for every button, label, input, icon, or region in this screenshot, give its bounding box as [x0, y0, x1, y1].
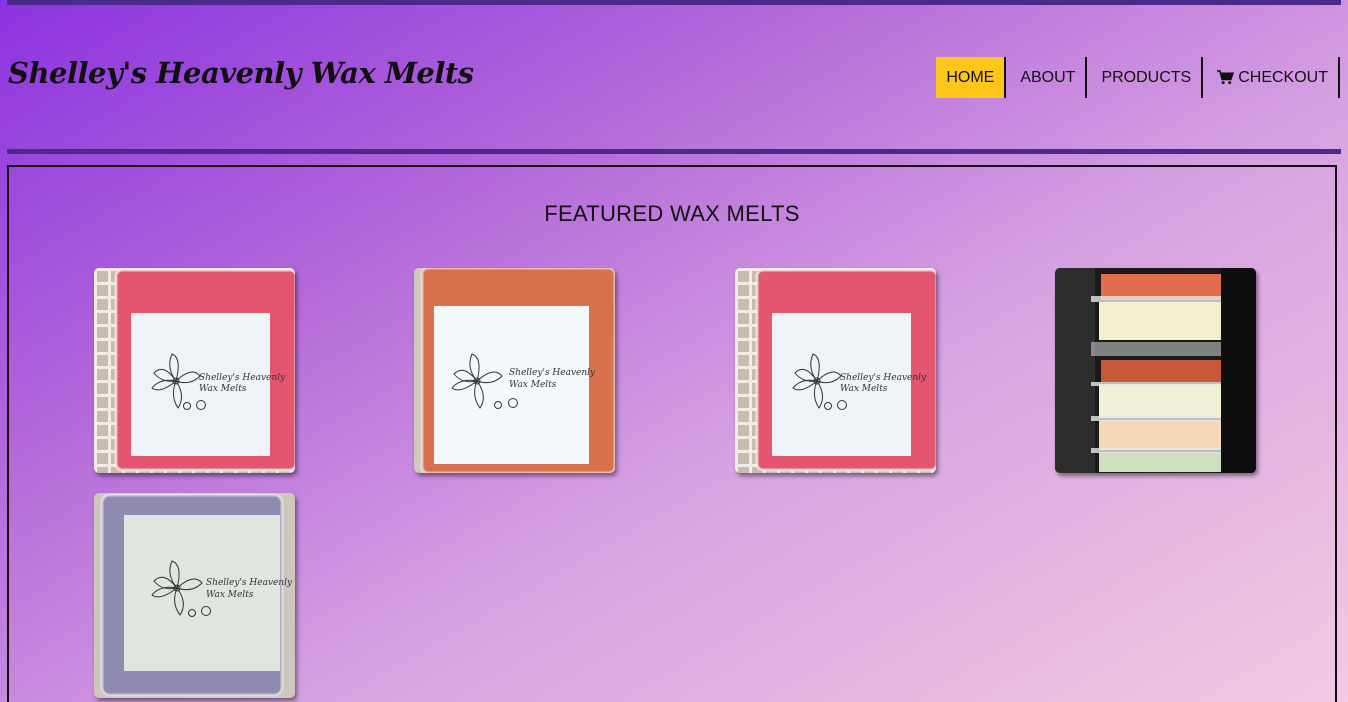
svg-text:Wax Melts: Wax Melts: [199, 384, 247, 394]
product-image-5[interactable]: Shelley's Heavenly Wax Melts: [94, 493, 295, 698]
product-photo: Shelley's Heavenly Wax Melts: [414, 268, 615, 473]
nav-checkout-label: CHECKOUT: [1238, 68, 1328, 86]
svg-text:Shelley's Heavenly: Shelley's Heavenly: [840, 373, 927, 383]
nav-products[interactable]: PRODUCTS: [1087, 57, 1204, 98]
header-bottom-border: [7, 149, 1341, 154]
nav-home-label: HOME: [946, 68, 995, 86]
featured-section: FEATURED WAX MELTS Shelley's Heavenly Wa…: [7, 165, 1337, 702]
svg-text:Wax Melts: Wax Melts: [840, 384, 888, 394]
site-logo-title[interactable]: Shelley's Heavenly Wax Melts: [8, 56, 474, 90]
svg-text:Shelley's Heavenly: Shelley's Heavenly: [206, 578, 293, 588]
header-top-border: [7, 0, 1341, 5]
product-photo: [1055, 268, 1256, 473]
main-nav: HOME ABOUT PRODUCTS CHECKOUT: [936, 57, 1340, 98]
section-title: FEATURED WAX MELTS: [544, 201, 800, 226]
product-image-3[interactable]: Shelley's Heavenly Wax Melts: [735, 268, 936, 473]
svg-text:Wax Melts: Wax Melts: [206, 590, 254, 600]
svg-text:Shelley's Heavenly: Shelley's Heavenly: [199, 373, 286, 383]
product-photo: Shelley's Heavenly Wax Melts: [94, 268, 295, 473]
nav-home[interactable]: HOME: [936, 57, 1007, 98]
svg-text:Shelley's Heavenly: Shelley's Heavenly: [509, 368, 596, 378]
product-image-2[interactable]: Shelley's Heavenly Wax Melts: [414, 268, 615, 473]
product-photo: Shelley's Heavenly Wax Melts: [94, 493, 295, 698]
product-image-1[interactable]: Shelley's Heavenly Wax Melts: [94, 268, 295, 473]
product-photo: Shelley's Heavenly Wax Melts: [735, 268, 936, 473]
nav-checkout[interactable]: CHECKOUT: [1203, 57, 1340, 98]
nav-about-label: ABOUT: [1020, 68, 1076, 86]
shopping-cart-icon: [1217, 70, 1235, 85]
product-image-4[interactable]: [1055, 268, 1256, 473]
nav-products-label: PRODUCTS: [1101, 68, 1192, 86]
nav-about[interactable]: ABOUT: [1006, 57, 1088, 98]
svg-text:Wax Melts: Wax Melts: [509, 380, 557, 390]
